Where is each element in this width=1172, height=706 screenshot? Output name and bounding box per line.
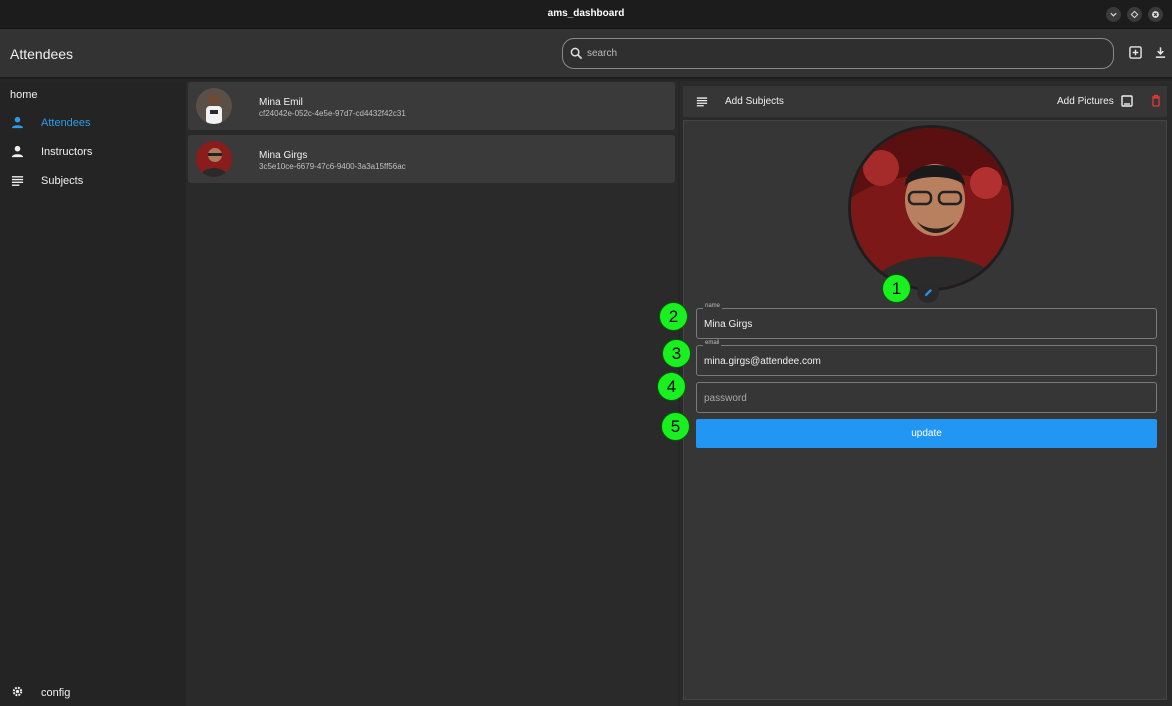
edit-photo-button[interactable] <box>917 281 939 303</box>
sidebar-home[interactable]: home <box>10 89 38 101</box>
email-field-value: mina.girgs@attendee.com <box>704 356 821 367</box>
detail-toolbar: Add Subjects Add Pictures <box>683 86 1167 117</box>
close-icon <box>1152 11 1159 18</box>
window-title: ams_dashboard <box>547 8 625 19</box>
attendee-id: cf24042e-052c-4e5e-97d7-cd4432f42c31 <box>259 109 406 118</box>
attendee-id: 3c5e10ce-6679-47c6-9400-3a3a15ff56ac <box>259 162 406 171</box>
password-placeholder: password <box>704 393 747 404</box>
sidebar-item-label: config <box>41 687 71 699</box>
search-placeholder: search <box>587 48 618 59</box>
attendee-name: Mina Girgs <box>259 150 308 161</box>
sidebar-item-config[interactable]: config <box>0 681 186 703</box>
annotation-marker-1: 1 <box>882 274 911 303</box>
avatar <box>196 141 232 177</box>
attendee-name: Mina Emil <box>259 97 303 108</box>
name-field[interactable]: name Mina Girgs <box>696 303 1157 339</box>
name-field-value: Mina Girgs <box>704 319 753 330</box>
sidebar-item-subjects[interactable]: Subjects <box>0 170 186 192</box>
password-field[interactable]: password <box>696 382 1157 413</box>
download-icon[interactable] <box>1154 46 1167 59</box>
profile-photo <box>848 125 1014 291</box>
page-title: Attendees <box>10 46 74 62</box>
list-item[interactable]: Mina Girgs 3c5e10ce-6679-47c6-9400-3a3a1… <box>188 135 675 183</box>
name-field-label: name <box>703 303 723 309</box>
email-field-label: email <box>703 340 722 346</box>
sidebar-item-attendees[interactable]: Attendees <box>0 112 186 134</box>
annotation-marker-4: 4 <box>657 372 686 401</box>
email-field[interactable]: email mina.girgs@attendee.com <box>696 340 1157 376</box>
add-pictures-button[interactable]: Add Pictures <box>1057 96 1114 107</box>
person-icon <box>11 145 24 158</box>
maximize-button[interactable] <box>1127 7 1142 22</box>
update-button[interactable]: update <box>696 419 1157 448</box>
attendee-form: name Mina Girgs email mina.girgs@attende… <box>683 120 1167 700</box>
pencil-icon <box>924 288 932 296</box>
minimize-button[interactable] <box>1106 7 1121 22</box>
list-item[interactable]: Mina Emil cf24042e-052c-4e5e-97d7-cd4432… <box>188 82 675 130</box>
window-titlebar: ams_dashboard <box>0 0 1172 29</box>
sidebar-item-label: Subjects <box>41 175 84 187</box>
attendee-list: Mina Emil cf24042e-052c-4e5e-97d7-cd4432… <box>186 81 678 706</box>
sidebar-item-instructors[interactable]: Instructors <box>0 141 186 163</box>
sidebar-item-label: Attendees <box>41 117 91 129</box>
gear-icon <box>12 686 23 697</box>
add-subjects-button[interactable]: Add Subjects <box>725 96 784 107</box>
list-icon <box>11 176 24 186</box>
attendee-detail-panel: Add Subjects Add Pictures name Mina Girg… <box>680 81 1172 706</box>
image-icon[interactable] <box>1121 95 1133 107</box>
diamond-icon <box>1130 10 1139 19</box>
search-icon <box>570 47 583 60</box>
sidebar-item-label: Instructors <box>41 146 93 158</box>
avatar <box>196 88 232 124</box>
delete-icon[interactable] <box>1151 94 1161 107</box>
sidebar: home Attendees Instructors Subjects conf… <box>0 81 186 706</box>
person-icon <box>11 116 24 129</box>
close-button[interactable] <box>1148 7 1163 22</box>
list-icon[interactable] <box>696 96 708 107</box>
search-input[interactable]: search <box>562 38 1114 69</box>
annotation-marker-2: 2 <box>659 302 688 331</box>
annotation-marker-5: 5 <box>661 412 690 441</box>
app-bar: Attendees search <box>0 29 1172 79</box>
add-box-icon[interactable] <box>1129 46 1142 59</box>
chevron-down-icon <box>1110 12 1117 17</box>
annotation-marker-3: 3 <box>662 339 691 368</box>
